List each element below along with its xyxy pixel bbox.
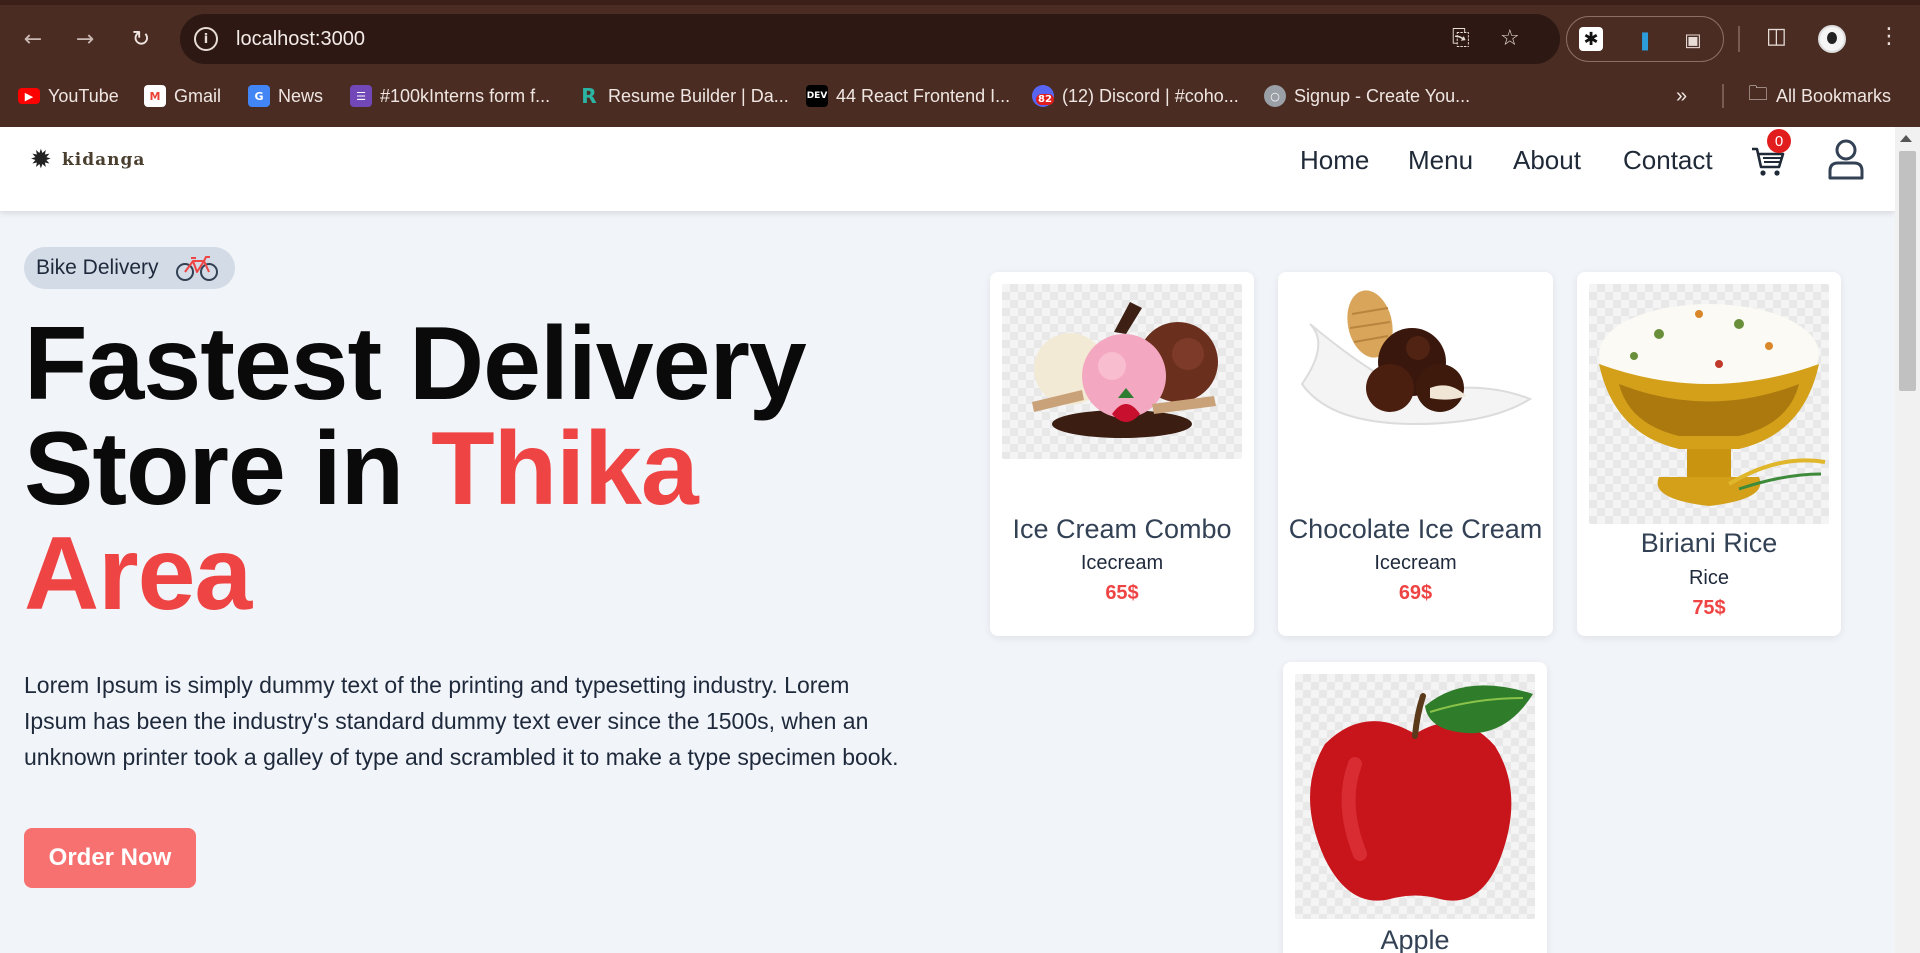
all-bookmarks-label: All Bookmarks xyxy=(1776,85,1892,106)
page-viewport: kidanga Home Menu About Contact 0 Bike D… xyxy=(0,127,1920,953)
bike-delivery-badge: Bike Delivery xyxy=(24,247,235,289)
order-now-button[interactable]: Order Now xyxy=(24,828,196,888)
news-icon: G xyxy=(248,85,270,107)
logo-text: kidanga xyxy=(62,150,146,170)
site-logo[interactable]: kidanga xyxy=(30,145,145,175)
dev-icon: DEV xyxy=(806,85,828,107)
nav-home[interactable]: Home xyxy=(1300,145,1369,176)
nav-contact[interactable]: Contact xyxy=(1623,145,1713,176)
product-card[interactable]: Ice Cream Combo Icecream 65$ xyxy=(990,272,1254,636)
bicycle-icon xyxy=(175,256,218,281)
extension-icon[interactable]: ✱ xyxy=(1579,27,1603,51)
product-price: 75$ xyxy=(1692,597,1726,619)
chocolate-ice-cream-image xyxy=(1300,290,1533,426)
hero-description: Lorem Ipsum is simply dummy text of the … xyxy=(24,672,899,770)
toolbar-divider xyxy=(1738,26,1740,52)
product-card[interactable]: Biriani Rice Rice 75$ xyxy=(1577,272,1841,636)
bookmark-label: YouTube xyxy=(48,85,119,106)
install-app-icon[interactable]: ⎘ xyxy=(1452,26,1470,51)
site-header: kidanga Home Menu About Contact 0 xyxy=(0,127,1895,211)
discord-icon: 82 xyxy=(1032,85,1054,107)
product-image xyxy=(1589,284,1829,524)
scrollbar-thumb[interactable] xyxy=(1899,151,1916,391)
bookmark-news[interactable]: G News xyxy=(248,82,323,110)
bookmark-forms[interactable]: ☰ #100kInterns form f... xyxy=(350,82,550,110)
product-image xyxy=(1290,284,1541,434)
back-button[interactable]: ← xyxy=(16,22,50,56)
puzzle-icon[interactable]: ▣ xyxy=(1679,26,1707,54)
site-info-icon[interactable]: i xyxy=(194,27,218,51)
product-image xyxy=(1295,674,1535,919)
ice-cream-combo-image xyxy=(1032,302,1218,438)
reload-button[interactable]: ↻ xyxy=(124,22,158,56)
headline-plain: Store in xyxy=(24,411,432,527)
headline-line-3: Area xyxy=(24,516,252,632)
cart-count-badge: 0 xyxy=(1767,129,1791,153)
product-price: 65$ xyxy=(1105,582,1139,604)
bookmark-label: 44 React Frontend I... xyxy=(836,85,1011,106)
more-bookmarks-chevron-icon[interactable]: » xyxy=(1676,82,1687,110)
product-category: Icecream xyxy=(1080,552,1164,574)
forward-button[interactable]: → xyxy=(68,22,102,56)
product-image xyxy=(1002,284,1242,459)
address-bar[interactable]: i localhost:3000 ⎘ ☆ xyxy=(180,14,1560,64)
bookmark-label: #100kInterns form f... xyxy=(380,85,551,106)
bookmarks-divider xyxy=(1722,84,1724,108)
headline-accent: Thika xyxy=(431,411,699,527)
product-category: Rice xyxy=(1688,567,1729,589)
biriani-rice-image xyxy=(1599,304,1826,506)
product-category: Icecream xyxy=(1374,552,1457,574)
bookmark-gmail[interactable]: M Gmail xyxy=(144,82,221,110)
globe-icon: ○ xyxy=(1264,85,1286,107)
scroll-up-arrow-icon[interactable] xyxy=(1900,135,1912,142)
product-card[interactable]: Chocolate Ice Cream Icecream 69$ xyxy=(1278,272,1553,636)
bookmark-star-icon[interactable]: ☆ xyxy=(1500,26,1520,51)
all-bookmarks[interactable]: 🗀 All Bookmarks xyxy=(1748,81,1892,110)
bookmark-resume[interactable]: R Resume Builder | Da... xyxy=(578,82,789,110)
extension-bracket-icon[interactable]: ❚ xyxy=(1631,26,1659,54)
url-text[interactable]: localhost:3000 xyxy=(236,28,365,51)
bookmark-label: Signup - Create You... xyxy=(1294,85,1471,106)
folder-icon: 🗀 xyxy=(1748,81,1768,105)
tab-strip xyxy=(0,0,1920,5)
forms-icon: ☰ xyxy=(350,85,372,107)
browser-chrome: ← → ↻ i localhost:3000 ⎘ ☆ ✱ ❚ ▣ ◫ ⋮ ▶ Y… xyxy=(0,0,1920,127)
product-title: Chocolate Ice Cream xyxy=(1288,514,1543,544)
product-title: Biriani Rice xyxy=(1640,528,1778,558)
bookmark-label: Resume Builder | Da... xyxy=(608,85,789,106)
side-panel-icon[interactable]: ◫ xyxy=(1766,24,1787,49)
notification-badge: 82 xyxy=(1036,94,1054,105)
product-price: 69$ xyxy=(1398,582,1433,604)
bookmarks-bar: ▶ YouTube M Gmail G News ☰ #100kInterns … xyxy=(0,78,1920,114)
user-icon[interactable] xyxy=(1826,137,1866,181)
bookmark-discord[interactable]: 82 (12) Discord | #coho... xyxy=(1032,82,1239,110)
product-title: Apple xyxy=(1380,925,1450,953)
product-card[interactable]: Apple xyxy=(1283,662,1547,953)
bookmark-dev[interactable]: DEV 44 React Frontend I... xyxy=(806,82,1010,110)
youtube-icon: ▶ xyxy=(18,88,40,104)
profile-avatar-icon[interactable] xyxy=(1818,25,1846,53)
badge-label: Bike Delivery xyxy=(36,256,159,279)
apple-image xyxy=(1310,685,1533,901)
menu-kebab-icon[interactable]: ⋮ xyxy=(1878,24,1900,49)
nav-menu[interactable]: Menu xyxy=(1408,145,1473,176)
logo-icon xyxy=(30,145,58,175)
extensions-group: ✱ ❚ ▣ xyxy=(1566,16,1724,62)
resume-icon: R xyxy=(581,84,597,108)
headline-line-1: Fastest Delivery xyxy=(24,306,807,422)
bookmark-signup[interactable]: ○ Signup - Create You... xyxy=(1264,82,1470,110)
bookmark-label: Gmail xyxy=(174,85,222,106)
nav-about[interactable]: About xyxy=(1513,145,1581,176)
bookmark-label: (12) Discord | #coho... xyxy=(1062,85,1239,106)
product-title: Ice Cream Combo xyxy=(1012,514,1232,544)
headline-line-2: Store in Thika xyxy=(24,417,806,522)
bookmark-youtube[interactable]: ▶ YouTube xyxy=(18,82,119,110)
bookmark-label: News xyxy=(278,85,324,106)
hero-headline: Fastest Delivery Store in Thika Area xyxy=(24,306,807,632)
gmail-icon: M xyxy=(144,85,166,107)
